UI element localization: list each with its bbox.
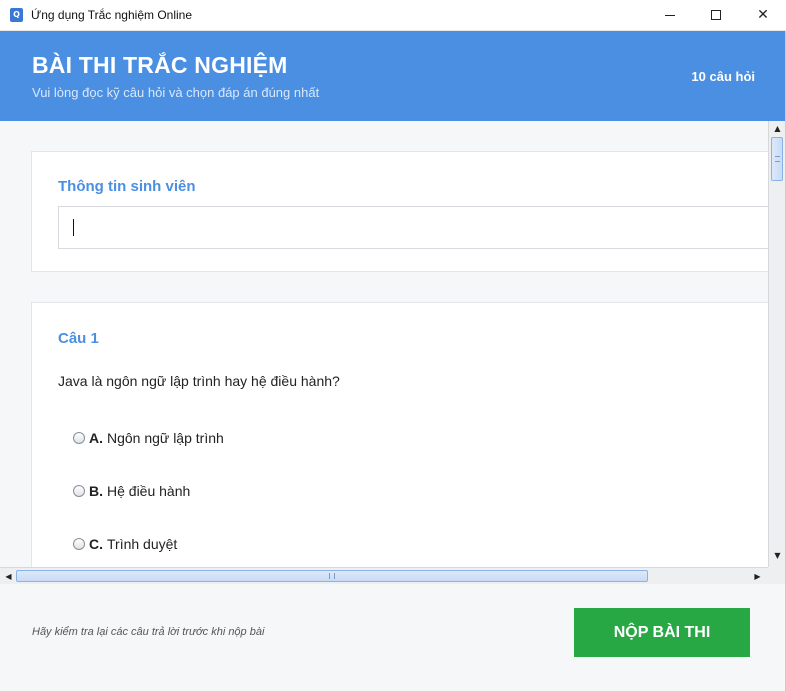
student-info-card: Thông tin sinh viên <box>31 151 768 272</box>
text-caret <box>73 219 74 236</box>
question-text: Java là ngôn ngữ lập trình hay hệ điều h… <box>58 373 340 389</box>
option-label: Trình duyệt <box>107 536 178 552</box>
vertical-scroll-thumb[interactable] <box>771 137 783 181</box>
option-label: Hệ điều hành <box>107 483 191 499</box>
window-title: Ứng dụng Trắc nghiệm Online <box>31 8 193 22</box>
option-label: Ngôn ngữ lập trình <box>107 430 224 446</box>
radio-icon[interactable] <box>73 432 85 444</box>
submit-hint: Hãy kiểm tra lại các câu trả lời trước k… <box>32 626 265 638</box>
scroll-left-icon[interactable]: ◀ <box>2 570 15 583</box>
student-name-input[interactable] <box>58 206 768 249</box>
scroll-right-icon[interactable]: ▶ <box>751 570 764 583</box>
close-icon: ✕ <box>757 7 769 23</box>
answer-option-b[interactable]: B. Hệ điều hành <box>73 483 190 499</box>
horizontal-scrollbar[interactable]: ◀ ▶ <box>0 567 768 584</box>
scroll-content-area[interactable]: Thông tin sinh viên Câu 1 Java là ngôn n… <box>0 121 768 567</box>
close-button[interactable]: ✕ <box>740 0 786 31</box>
radio-icon[interactable] <box>73 538 85 550</box>
horizontal-scroll-thumb[interactable] <box>16 570 648 582</box>
answer-option-a[interactable]: A. Ngôn ngữ lập trình <box>73 430 224 446</box>
maximize-icon <box>711 10 721 20</box>
maximize-button[interactable] <box>693 0 739 31</box>
page-subtitle: Vui lòng đọc kỹ câu hỏi và chọn đáp án đ… <box>32 85 320 100</box>
option-letter: C. <box>89 536 103 552</box>
option-letter: A. <box>89 430 103 446</box>
grip-icon <box>329 573 335 579</box>
scroll-down-icon[interactable]: ▼ <box>771 549 784 562</box>
option-letter: B. <box>89 483 103 499</box>
student-info-heading: Thông tin sinh viên <box>58 178 196 195</box>
question-count-label: 10 câu hỏi <box>691 69 755 84</box>
scroll-up-icon[interactable]: ▲ <box>771 122 784 135</box>
exam-footer: Hãy kiểm tra lại các câu trả lời trước k… <box>0 584 786 691</box>
grip-icon <box>775 156 780 162</box>
answer-option-c[interactable]: C. Trình duyệt <box>73 536 177 552</box>
window-titlebar[interactable]: Q Ứng dụng Trắc nghiệm Online ✕ <box>0 0 786 31</box>
exam-header: BÀI THI TRẮC NGHIỆM Vui lòng đọc kỹ câu … <box>0 31 786 121</box>
submit-exam-button[interactable]: NỘP BÀI THI <box>574 608 750 657</box>
vertical-scrollbar[interactable]: ▲ ▼ <box>768 121 785 567</box>
question-card: Câu 1 Java là ngôn ngữ lập trình hay hệ … <box>31 302 768 567</box>
page-title: BÀI THI TRẮC NGHIỆM <box>32 52 288 78</box>
minimize-icon <box>665 15 675 16</box>
quiz-app-icon: Q <box>10 8 23 22</box>
radio-icon[interactable] <box>73 485 85 497</box>
question-number: Câu 1 <box>58 330 99 347</box>
scrollbar-corner <box>768 567 785 584</box>
minimize-button[interactable] <box>647 0 693 31</box>
